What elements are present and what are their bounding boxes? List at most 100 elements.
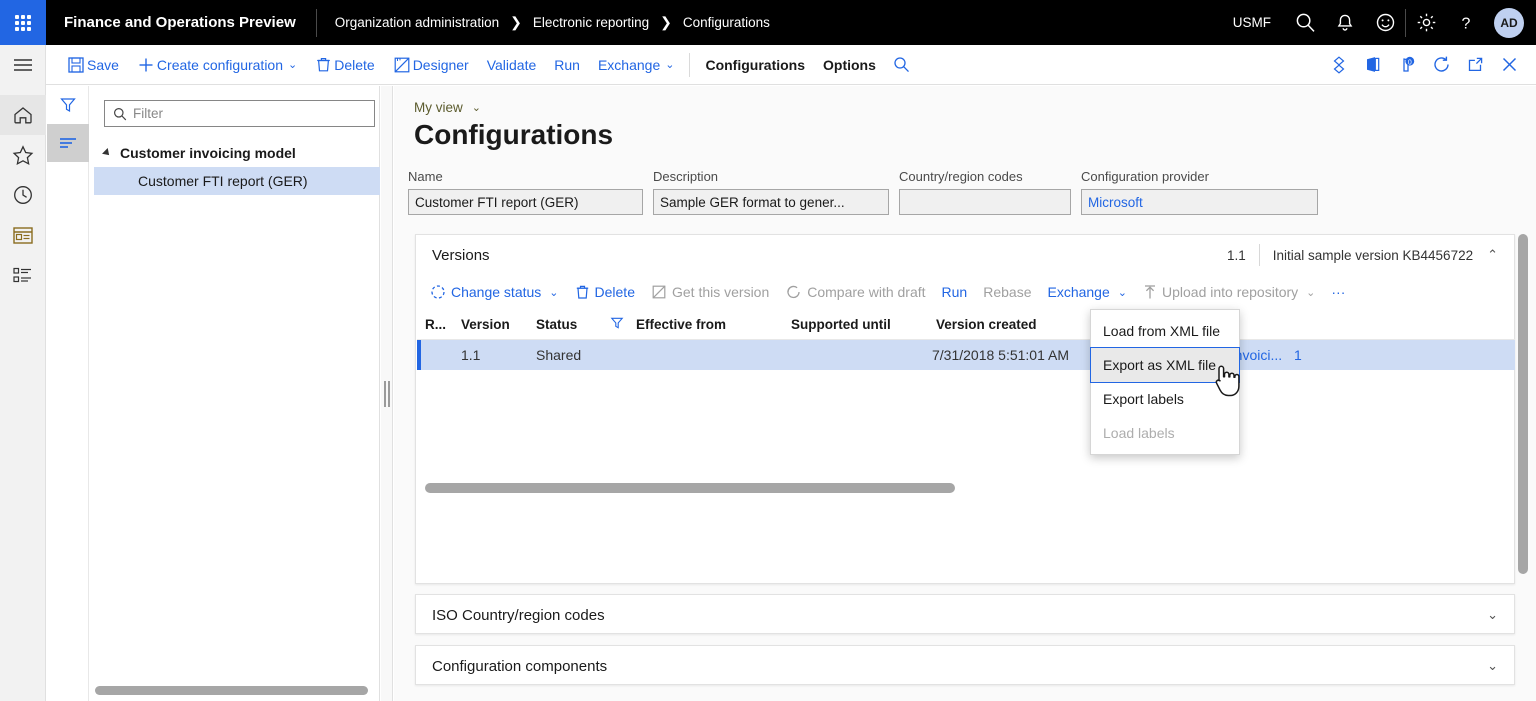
- get-this-version-button: Get this version: [643, 278, 777, 306]
- menu-item-load-from-xml-file[interactable]: Load from XML file: [1091, 314, 1239, 348]
- table-row[interactable]: 1.1 Shared 7/31/2018 5:51:01 AM Customer…: [417, 340, 1515, 370]
- create-configuration-button[interactable]: Create configuration ⌄: [128, 49, 306, 81]
- chevron-up-icon[interactable]: ⌃: [1487, 247, 1498, 263]
- options-tab-label: Options: [823, 57, 876, 73]
- menu-item-export-labels[interactable]: Export labels: [1091, 382, 1239, 416]
- action-pane-right-icons: 0: [1322, 48, 1536, 82]
- tree-horizontal-scrollbar[interactable]: [95, 686, 375, 695]
- top-navigation-bar: Finance and Operations Preview Organizat…: [0, 0, 1536, 45]
- column-header-effective-from[interactable]: Effective from: [628, 317, 783, 332]
- office-icon[interactable]: [1356, 48, 1390, 82]
- breadcrumb-item-2[interactable]: Configurations: [683, 15, 770, 30]
- column-header-version[interactable]: Version: [453, 317, 528, 332]
- column-filter-funnel-icon[interactable]: [610, 316, 624, 333]
- designer-button[interactable]: Designer: [384, 49, 478, 81]
- version-run-button[interactable]: Run: [934, 278, 976, 306]
- validate-button[interactable]: Validate: [478, 49, 546, 81]
- run-button[interactable]: Run: [545, 49, 589, 81]
- breadcrumb-item-0[interactable]: Organization administration: [335, 15, 499, 30]
- configuration-form-fields: Name Customer FTI report (GER) Descripti…: [408, 169, 1318, 215]
- sidebar-item-recent[interactable]: [0, 175, 46, 215]
- field-name: Name Customer FTI report (GER): [408, 169, 643, 215]
- upload-into-repository-button: Upload into repository ⌄: [1135, 278, 1323, 306]
- versions-section-header[interactable]: Versions 1.1 Initial sample version KB44…: [416, 235, 1514, 275]
- filter-funnel-icon[interactable]: [47, 86, 89, 124]
- field-country-region-input[interactable]: [899, 189, 1071, 215]
- get-version-icon: [651, 284, 667, 300]
- close-icon[interactable]: [1492, 48, 1526, 82]
- power-bi-badge-count: 0: [1408, 59, 1412, 66]
- company-selector[interactable]: USMF: [1219, 15, 1285, 30]
- delete-button[interactable]: Delete: [306, 49, 383, 81]
- sidebar-item-home[interactable]: [0, 95, 46, 135]
- components-section-header[interactable]: Configuration components ⌄: [416, 646, 1514, 686]
- version-delete-button[interactable]: Delete: [567, 278, 643, 306]
- sidebar-item-modules[interactable]: [0, 255, 46, 295]
- settings-gear-icon[interactable]: [1406, 0, 1446, 45]
- popout-icon[interactable]: [1458, 48, 1492, 82]
- field-name-label: Name: [408, 169, 643, 184]
- toolbar-search-icon[interactable]: [885, 48, 919, 82]
- view-selector[interactable]: My view ⌄: [414, 100, 481, 115]
- filter-input-wrapper[interactable]: [104, 100, 375, 127]
- hamburger-menu-icon[interactable]: [0, 45, 46, 85]
- tree-node-label: Customer FTI report (GER): [138, 173, 308, 189]
- chevron-down-icon: ⌄: [1118, 286, 1127, 299]
- field-country-region-codes: Country/region codes: [899, 169, 1071, 215]
- iso-section-header[interactable]: ISO Country/region codes ⌄: [416, 595, 1514, 635]
- field-configuration-provider-input[interactable]: Microsoft: [1081, 189, 1318, 215]
- menu-item-export-as-xml-file[interactable]: Export as XML file: [1091, 348, 1239, 382]
- sidebar-item-favorites[interactable]: [0, 135, 46, 175]
- delete-label: Delete: [334, 57, 374, 73]
- exchange-button[interactable]: Exchange ⌄: [589, 49, 684, 81]
- help-question-icon[interactable]: ?: [1446, 0, 1486, 45]
- expand-triangle-icon[interactable]: [102, 148, 112, 158]
- tree-node-customer-fti-report[interactable]: Customer FTI report (GER): [94, 167, 380, 195]
- plus-icon: [137, 56, 155, 74]
- panel-splitter[interactable]: [381, 86, 393, 701]
- refresh-icon[interactable]: [1424, 48, 1458, 82]
- grid-horizontal-scrollbar[interactable]: [425, 483, 1507, 493]
- power-bi-icon[interactable]: 0: [1390, 48, 1424, 82]
- avatar[interactable]: AD: [1494, 8, 1524, 38]
- filter-input[interactable]: [133, 106, 358, 121]
- iso-section-title: ISO Country/region codes: [432, 607, 605, 624]
- app-root: Finance and Operations Preview Organizat…: [0, 0, 1536, 701]
- compare-icon: [785, 284, 802, 300]
- breadcrumb-item-1[interactable]: Electronic reporting: [533, 15, 649, 30]
- overflow-menu-button[interactable]: ···: [1323, 278, 1353, 306]
- app-launcher-button[interactable]: [0, 0, 46, 45]
- search-icon[interactable]: [1285, 0, 1325, 45]
- column-header-status[interactable]: Status: [528, 317, 606, 332]
- tab-options[interactable]: Options: [814, 49, 885, 81]
- feedback-smiley-icon[interactable]: [1365, 0, 1405, 45]
- field-description-input[interactable]: Sample GER format to gener...: [653, 189, 889, 215]
- configuration-components-section: Configuration components ⌄: [415, 645, 1515, 685]
- chevron-down-icon[interactable]: ⌄: [1487, 658, 1498, 674]
- attachments-icon[interactable]: [1322, 48, 1356, 82]
- chevron-right-icon: ❯: [660, 14, 672, 31]
- main-content-area: My view ⌄ Configurations Name Customer F…: [394, 86, 1536, 701]
- splitter-grip-icon: [384, 381, 390, 407]
- change-status-icon: [430, 284, 446, 300]
- sidebar-item-workspaces[interactable]: [0, 215, 46, 255]
- field-name-input[interactable]: Customer FTI report (GER): [408, 189, 643, 215]
- cell-status: Shared: [528, 347, 606, 363]
- svg-text:?: ?: [1462, 15, 1471, 32]
- column-header-r[interactable]: R...: [417, 317, 453, 332]
- toolbar-divider: [689, 53, 690, 77]
- tab-configurations[interactable]: Configurations: [696, 49, 814, 81]
- list-lines-icon[interactable]: [47, 124, 89, 162]
- main-vertical-scrollbar[interactable]: [1518, 234, 1528, 574]
- save-button[interactable]: Save: [58, 49, 128, 81]
- version-run-label: Run: [942, 284, 968, 300]
- designer-icon: [393, 56, 411, 74]
- tree-node-root[interactable]: Customer invoicing model: [94, 139, 380, 167]
- notification-bell-icon[interactable]: [1325, 0, 1365, 45]
- version-exchange-button[interactable]: Exchange ⌄: [1039, 278, 1135, 306]
- column-header-supported-until[interactable]: Supported until: [783, 317, 928, 332]
- change-status-button[interactable]: Change status ⌄: [422, 278, 567, 306]
- page-title: Configurations: [414, 119, 613, 151]
- chevron-down-icon[interactable]: ⌄: [1487, 607, 1498, 623]
- configuration-tree-panel: Customer invoicing model Customer FTI re…: [47, 86, 380, 701]
